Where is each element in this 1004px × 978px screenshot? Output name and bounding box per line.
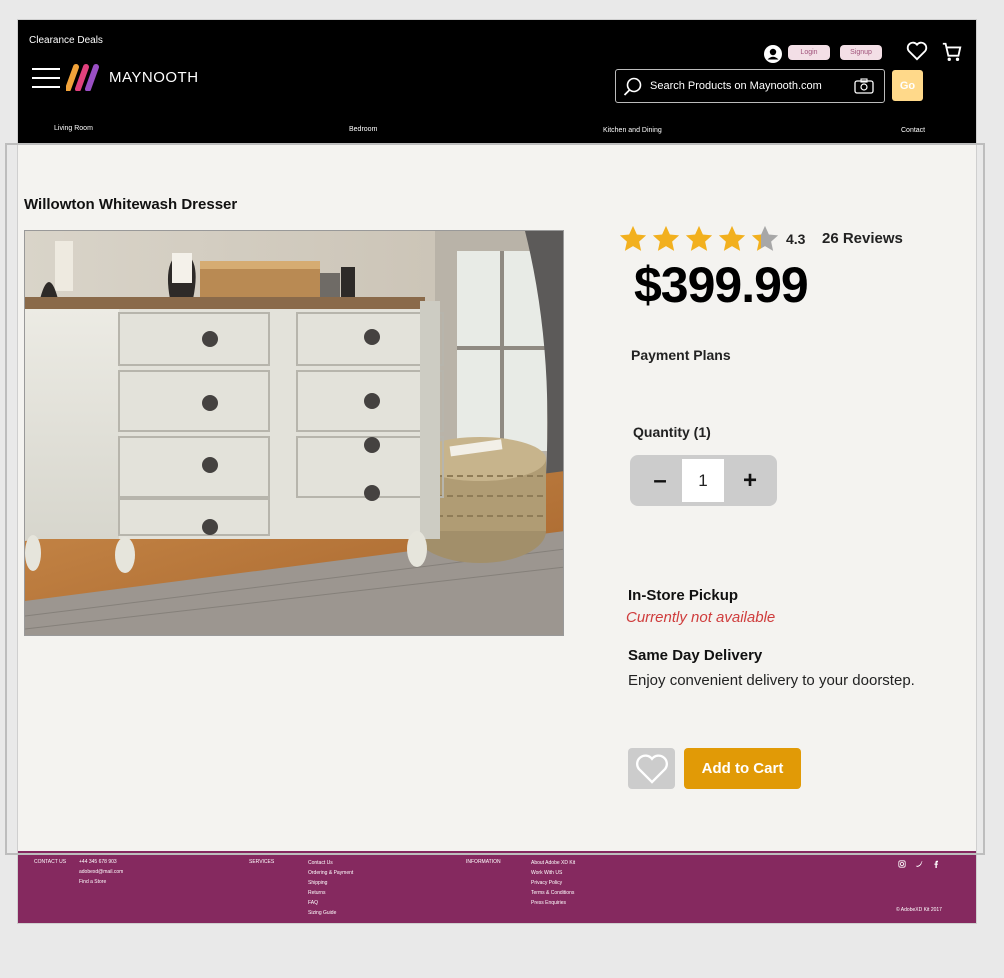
footer-link[interactable]: FAQ [308,898,318,908]
heart-icon [635,753,668,784]
add-to-cart-button[interactable]: Add to Cart [684,748,801,789]
login-button[interactable]: Login [788,45,830,60]
footer-contact-heading: CONTACT US [34,859,67,865]
star-icon [685,225,713,251]
pickup-status: Currently not available [626,609,776,626]
increase-quantity-button[interactable]: + [724,455,776,506]
payment-plans-link[interactable]: Payment Plans [631,347,731,363]
camera-icon[interactable] [854,78,874,94]
quantity-label: Quantity (1) [633,424,711,440]
footer-find-store[interactable]: Find a Store [79,877,106,887]
cart-icon[interactable] [941,41,963,63]
reviews-link[interactable]: 26 Reviews [822,230,903,247]
site-footer: CONTACT US +44 345 678 903 adobexd@mail.… [18,851,976,923]
search-go-button[interactable]: Go [892,70,923,101]
decrease-quantity-button[interactable]: – [634,455,686,506]
facebook-icon[interactable] [932,860,940,868]
page-frame: Clearance Deals MAYNOOTH Login Signup Se… [17,19,977,924]
star-icon [619,225,647,251]
search-box[interactable]: Search Products on Maynooth.com [615,69,885,103]
footer-link[interactable]: Privacy Policy [531,878,562,888]
search-icon[interactable] [623,77,643,97]
star-icon [718,225,746,251]
footer-link[interactable]: Press Enquiries [531,898,566,908]
wishlist-icon[interactable] [906,41,928,61]
nav-bedroom[interactable]: Bedroom [349,126,377,133]
product-image [24,230,564,636]
delivery-text: Enjoy convenient delivery to your doorst… [628,672,915,689]
signup-button[interactable]: Signup [840,45,882,60]
site-header: Clearance Deals MAYNOOTH Login Signup Se… [18,20,976,144]
menu-icon[interactable] [32,68,60,88]
quantity-stepper: – + [630,455,777,506]
add-to-wishlist-button[interactable] [628,748,675,789]
product-price: $399.99 [634,257,809,313]
footer-email[interactable]: adobexd@mail.com [79,867,123,877]
footer-phone: +44 345 678 903 [79,859,117,865]
nav-contact[interactable]: Contact [901,127,925,134]
footer-link[interactable]: About Adobe XD Kit [531,858,575,868]
footer-link[interactable]: Sizing Guide [308,908,336,918]
rating-value: 4.3 [786,231,806,247]
search-input[interactable]: Search Products on Maynooth.com [650,80,822,92]
logo-icon [66,64,99,91]
nav-kitchen-dining[interactable]: Kitchen and Dining [603,127,662,134]
nav-living-room[interactable]: Living Room [54,125,93,132]
clearance-deals-link[interactable]: Clearance Deals [29,35,103,46]
footer-services-heading: SERVICES [249,859,275,865]
footer-link[interactable]: Work With US [531,868,562,878]
twitter-icon[interactable] [915,860,923,868]
product-title: Willowton Whitewash Dresser [24,196,238,213]
star-icon [652,225,680,251]
dresser-photo [25,231,563,635]
quantity-input[interactable] [682,459,724,502]
pickup-title: In-Store Pickup [628,587,739,604]
star-half-icon [751,225,779,251]
footer-copyright: © AdobeXD Kit 2017 [896,907,942,913]
footer-link[interactable]: Returns [308,888,326,898]
footer-information-heading: INFORMATION [466,859,501,865]
instagram-icon[interactable] [898,860,906,868]
footer-link[interactable]: Ordering & Payment [308,868,353,878]
footer-link[interactable]: Shipping [308,878,327,888]
footer-link[interactable]: Contact Us [308,858,333,868]
footer-link[interactable]: Terms & Conditions [531,888,574,898]
user-icon[interactable] [763,44,783,64]
brand-name[interactable]: MAYNOOTH [109,69,199,86]
delivery-title: Same Day Delivery [628,647,763,664]
